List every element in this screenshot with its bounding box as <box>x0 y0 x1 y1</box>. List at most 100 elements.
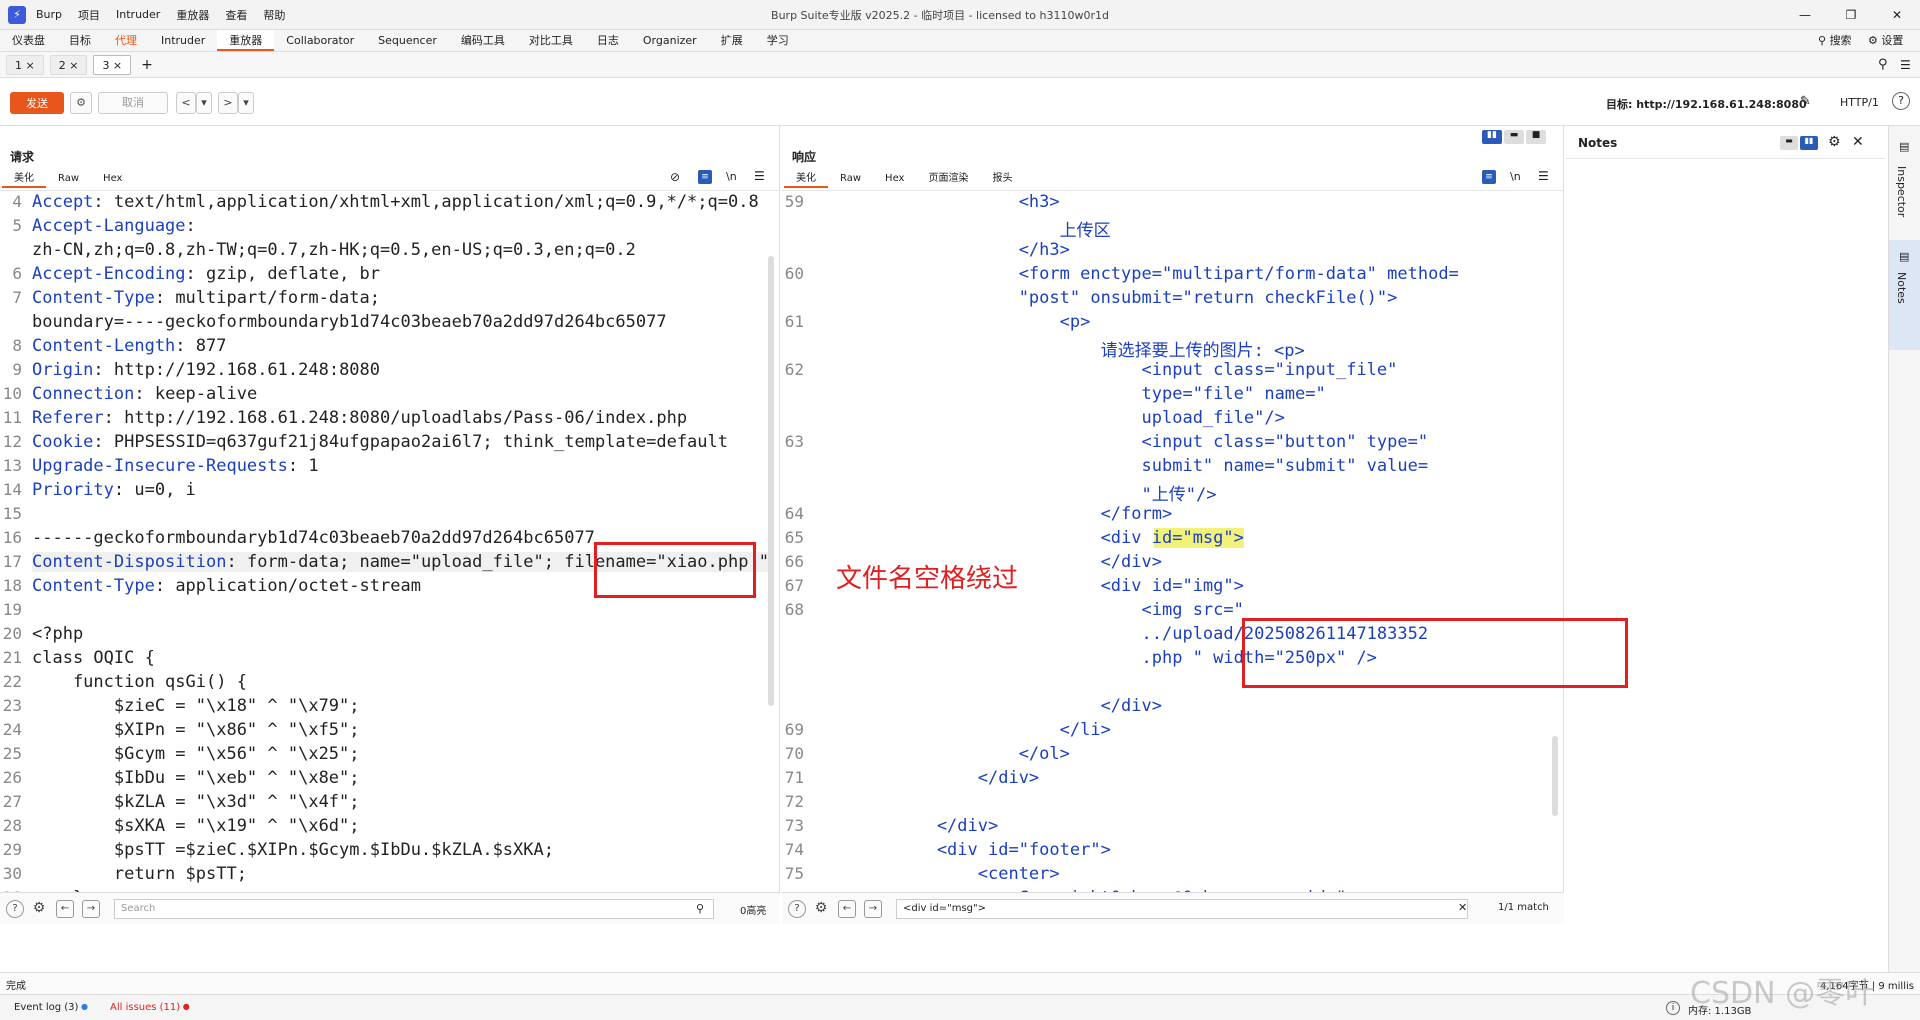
close-window-button[interactable]: ✕ <box>1874 0 1920 30</box>
header-name: Content-Length <box>32 336 176 356</box>
maximize-button[interactable]: ❐ <box>1828 0 1874 30</box>
response-menu-icon[interactable]: ☰ <box>1538 169 1549 183</box>
tab-learn[interactable]: 学习 <box>755 30 801 51</box>
layout-single-icon[interactable]: ■ <box>1526 130 1546 144</box>
code-line: zh-CN,zh;q=0.8,zh-TW;q=0.7,zh-HK;q=0.5,e… <box>32 240 636 260</box>
minimize-button[interactable]: — <box>1782 0 1828 30</box>
response-tab-headers[interactable]: 报头 <box>980 170 1024 188</box>
gear-icon[interactable]: ⚙ <box>1828 134 1841 150</box>
wrap-icon[interactable]: ≡ <box>698 170 712 184</box>
tab-intruder[interactable]: Intruder <box>149 30 217 51</box>
next-button[interactable]: > <box>218 92 238 114</box>
close-icon[interactable]: ✕ <box>1852 134 1864 150</box>
code-line: </div> <box>814 768 1040 788</box>
prev-match-button[interactable]: ← <box>838 900 856 918</box>
header-value: ------geckoformboundaryb1d74c03beaeb70a2… <box>32 528 595 548</box>
colon: : <box>185 216 196 236</box>
notes-side-tab[interactable]: ▤ Notes <box>1889 240 1920 350</box>
edit-target-icon[interactable]: ✎ <box>1800 94 1811 109</box>
request-tab-raw[interactable]: Raw <box>46 170 91 188</box>
tab-dashboard[interactable]: 仪表盘 <box>0 30 57 51</box>
repeater-tab-1[interactable]: 1 × <box>6 54 44 75</box>
send-settings-icon[interactable]: ⚙ <box>70 92 92 114</box>
inspector-side-tab[interactable]: ▤ Inspector <box>1889 126 1920 236</box>
code-line: <input class="button" type=" <box>814 432 1429 452</box>
next-match-button[interactable]: → <box>82 900 100 918</box>
request-scrollbar[interactable] <box>768 256 774 706</box>
line-number: 6 <box>12 264 22 283</box>
status-text: 完成 <box>6 981 26 992</box>
header-value: multipart/form-data; <box>165 288 381 308</box>
request-tab-hex[interactable]: Hex <box>91 170 134 188</box>
response-tab-render[interactable]: 页面渲染 <box>916 170 980 188</box>
request-tab-pretty[interactable]: 美化 <box>2 170 46 188</box>
gear-icon[interactable]: ⚙ <box>30 900 48 918</box>
event-log-link[interactable]: Event log (3) ● <box>14 1002 88 1013</box>
repeater-tab-3[interactable]: 3 × <box>93 54 132 75</box>
tab-comparer[interactable]: 对比工具 <box>517 30 585 51</box>
hide-eye-icon[interactable]: ⊘ <box>670 170 680 184</box>
tab-menu-icon[interactable]: ☰ <box>1900 58 1911 72</box>
gear-icon[interactable]: ⚙ <box>812 900 830 918</box>
http-version[interactable]: HTTP/1 <box>1840 96 1879 109</box>
response-search-input[interactable]: <div id="msg"> <box>896 899 1468 919</box>
title-bar: Burp Suite专业版 v2025.2 - 临时项目 - licensed … <box>0 0 1920 30</box>
prev-match-button[interactable]: ← <box>56 900 74 918</box>
tab-repeater[interactable]: 重放器 <box>217 30 275 51</box>
repeater-tab-2[interactable]: 2 × <box>49 54 88 75</box>
tab-collaborator[interactable]: Collaborator <box>274 30 366 51</box>
next-dropdown[interactable]: ▾ <box>238 92 254 114</box>
colon: : <box>154 288 166 308</box>
code-line: $psTT =$zieC.$XIPn.$Gcym.$IbDu.$kZLA.$sX… <box>32 840 554 860</box>
notes-icon: ▤ <box>1899 250 1910 263</box>
request-search-input[interactable]: Search <box>114 899 714 919</box>
layout-horizontal-icon[interactable]: ▬ <box>1504 130 1524 144</box>
tab-organizer[interactable]: Organizer <box>631 30 709 51</box>
add-tab-button[interactable]: + <box>141 57 153 73</box>
tab-sequencer[interactable]: Sequencer <box>366 30 449 51</box>
response-tab-hex[interactable]: Hex <box>873 170 916 188</box>
top-settings-button[interactable]: ⚙ 设置 <box>1868 30 1903 52</box>
response-editor[interactable]: 59 <h3> 上传区 </h3> 60 <form enctype="multi… <box>782 192 1552 892</box>
notes-layout-icon[interactable]: ▬ <box>1780 136 1798 150</box>
response-search-bar: ? ⚙ ← → <div id="msg"> ✕ 1/1 match <box>782 892 1564 924</box>
tab-search-icon[interactable]: ⚲ <box>1878 57 1888 72</box>
top-search-button[interactable]: ⚲ 搜索 <box>1818 30 1852 52</box>
layout-split-icon[interactable]: ▮▮ <box>1482 130 1502 144</box>
line-number: 5 <box>12 216 22 235</box>
cancel-button[interactable]: 取消 <box>98 92 168 114</box>
notes-split-icon[interactable]: ▮▮ <box>1800 136 1818 150</box>
tab-proxy[interactable]: 代理 <box>103 30 149 51</box>
header-value: function qsGi() { <box>32 672 247 692</box>
next-match-button[interactable]: → <box>864 900 882 918</box>
search-icon: ⚲ <box>1818 34 1830 47</box>
code-line: Content-Type: multipart/form-data; <box>32 288 380 308</box>
send-button[interactable]: 发送 <box>10 92 64 114</box>
code-line: class OQIC { <box>32 648 155 668</box>
tab-target[interactable]: 目标 <box>57 30 103 51</box>
tab-logger[interactable]: 日志 <box>585 30 631 51</box>
prev-button[interactable]: < <box>176 92 196 114</box>
newline-toggle[interactable]: \n <box>1510 170 1521 183</box>
response-tab-pretty[interactable]: 美化 <box>784 170 828 188</box>
wrap-icon[interactable]: ≡ <box>1482 170 1496 184</box>
help-icon[interactable]: ? <box>6 900 24 918</box>
help-icon[interactable]: ? <box>788 900 806 918</box>
tab-extensions[interactable]: 扩展 <box>709 30 755 51</box>
header-value: gzip, deflate, br <box>195 264 381 284</box>
request-search-bar: ? ⚙ ← → Search ⚲ 0高亮 <box>0 892 780 924</box>
header-name: Cookie <box>32 432 94 452</box>
header-value: $sXKA = "\x19" ^ "\x6d"; <box>32 816 360 836</box>
clear-search-icon[interactable]: ✕ <box>1458 901 1467 914</box>
all-issues-link[interactable]: All issues (11) ● <box>110 1002 190 1013</box>
response-scrollbar[interactable] <box>1552 736 1558 816</box>
info-icon[interactable]: i <box>1666 1001 1680 1015</box>
request-menu-icon[interactable]: ☰ <box>754 169 765 183</box>
line-number: 66 <box>784 552 804 571</box>
code-line: <p> <box>814 312 1091 332</box>
response-tab-raw[interactable]: Raw <box>828 170 873 188</box>
help-icon[interactable]: ? <box>1892 92 1910 110</box>
prev-dropdown[interactable]: ▾ <box>196 92 212 114</box>
tab-decoder[interactable]: 编码工具 <box>449 30 517 51</box>
newline-toggle[interactable]: \n <box>726 170 737 183</box>
